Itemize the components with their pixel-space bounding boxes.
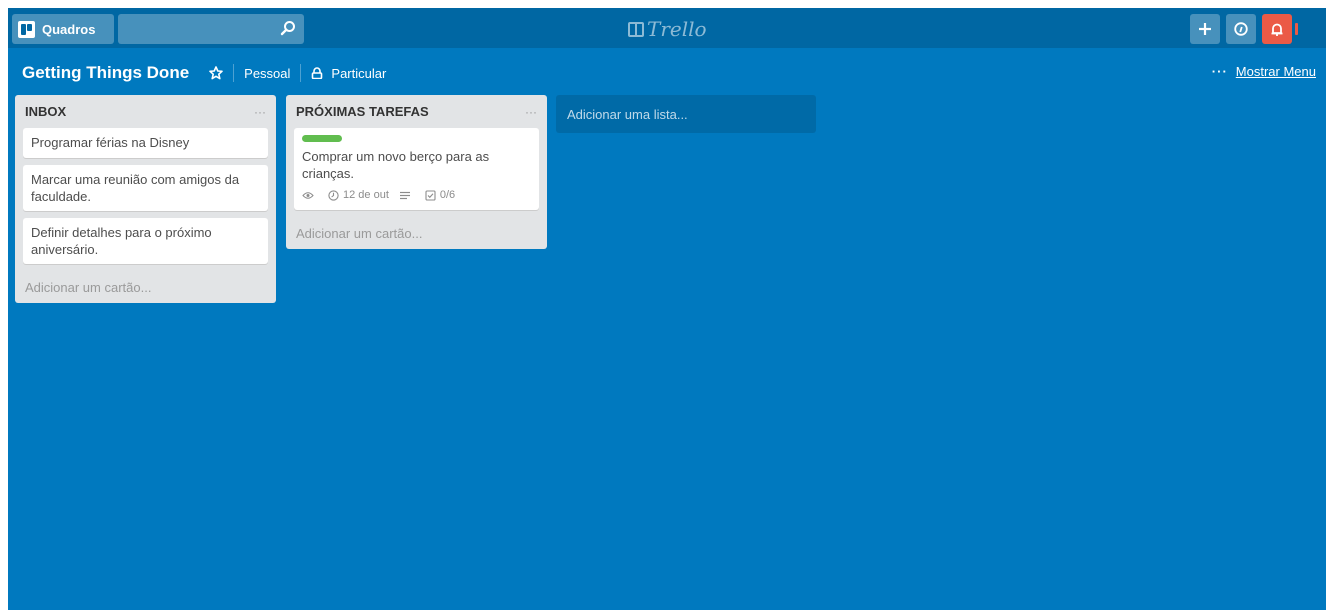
logo-text: Trello [647,17,707,41]
checklist-count: 0/6 [439,189,456,201]
due-date-badge[interactable]: 12 de out [328,187,389,204]
header-actions [1190,14,1292,44]
team-link[interactable]: Pessoal [244,66,290,81]
card-label-green[interactable] [302,135,342,142]
list-title[interactable]: PRÓXIMAS TAREFAS [296,104,429,119]
due-date-text: 12 de out [343,189,389,201]
search-input[interactable] [118,14,284,44]
plus-icon [1199,23,1211,35]
member-avatar[interactable] [1295,23,1298,35]
search-box[interactable] [118,14,304,44]
clock-icon [328,190,339,201]
trello-logo-icon [628,21,644,37]
add-list-button[interactable]: Adicionar uma lista... [556,95,816,133]
boards-icon [18,20,35,38]
board-header: Getting Things Done Pessoal Particular ·… [8,48,1326,98]
list-menu-icon[interactable]: ··· [525,105,537,119]
card-title: Comprar um novo berço para as crianças. [302,149,490,181]
list-header: INBOX ··· [23,95,268,128]
divider [233,64,235,82]
board-title[interactable]: Getting Things Done [22,63,189,83]
card-title: Marcar uma reunião com amigos da faculda… [31,172,240,204]
trello-logo[interactable]: Trello [628,17,707,41]
show-menu-label: Mostrar Menu [1235,64,1316,79]
boards-button[interactable]: Quadros [12,14,114,44]
more-icon: ··· [1211,64,1228,79]
info-button[interactable] [1226,14,1256,44]
visibility-label: Particular [331,65,387,81]
card-badges: 12 de out 0/6 [302,187,531,204]
list-title[interactable]: INBOX [25,104,66,119]
trello-board-app: Quadros Trello Getting Things Done Pesso… [8,8,1326,610]
card-title: Programar férias na Disney [31,135,190,150]
bell-icon [1271,23,1283,36]
description-badge [399,191,415,201]
eye-icon [302,192,314,199]
list-header: PRÓXIMAS TAREFAS ··· [294,95,539,128]
watching-badge [302,191,318,200]
add-button[interactable] [1190,14,1220,44]
card[interactable]: Definir detalhes para o próximo aniversá… [23,218,268,264]
divider [300,64,302,82]
star-icon[interactable] [209,66,223,80]
lock-icon [312,67,323,79]
info-icon [1234,22,1248,36]
checkbox-icon [425,190,436,201]
list-menu-icon[interactable]: ··· [254,105,266,119]
card[interactable]: Programar férias na Disney [23,128,268,158]
description-icon [399,191,410,199]
card[interactable]: Marcar uma reunião com amigos da faculda… [23,165,268,211]
list-inbox: INBOX ··· Programar férias na Disney Mar… [15,95,276,303]
boards-label: Quadros [42,21,96,37]
add-card-button[interactable]: Adicionar um cartão... [294,217,539,249]
visibility-button[interactable]: Particular [311,66,386,81]
show-menu-button[interactable]: ··· Mostrar Menu [1212,64,1316,79]
top-header: Quadros Trello [8,8,1326,48]
add-card-button[interactable]: Adicionar um cartão... [23,271,268,303]
checklist-badge: 0/6 [425,187,455,204]
list-proximas-tarefas: PRÓXIMAS TAREFAS ··· Comprar um novo ber… [286,95,547,249]
card-title: Definir detalhes para o próximo aniversá… [31,225,212,257]
search-icon[interactable] [280,20,296,36]
card[interactable]: Comprar um novo berço para as crianças. … [294,128,539,210]
notifications-button[interactable] [1262,14,1292,44]
